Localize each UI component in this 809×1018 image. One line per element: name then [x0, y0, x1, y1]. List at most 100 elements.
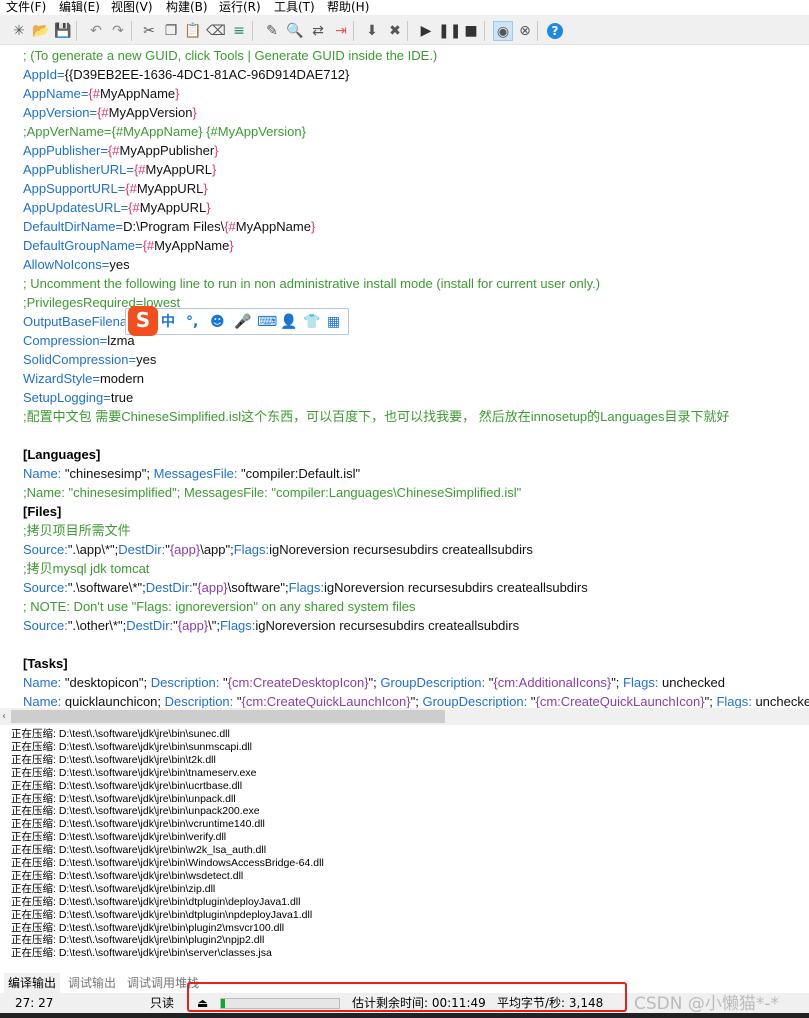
code-token: {# — [107, 143, 120, 158]
output-path: D:\test\.\software\jdk\jre\bin\sunec.dll — [58, 728, 230, 740]
output-line: 正在压缩: D:\test\.\software\jdk\jre\bin\plu… — [11, 922, 284, 935]
save-icon[interactable]: 💾 — [53, 21, 73, 41]
cut-icon[interactable]: ✂ — [139, 21, 159, 41]
format-icon[interactable]: ≡ — [229, 21, 249, 41]
code-token: AllowNoIcons — [23, 257, 102, 272]
code-token: MyAppName — [235, 219, 311, 234]
tab-debug-output[interactable]: 调试输出 — [64, 973, 120, 993]
menu-item-5[interactable]: 工具(T) — [274, 0, 315, 15]
punctuation-icon[interactable]: °, — [186, 312, 198, 332]
menu-item-4[interactable]: 运行(R) — [219, 0, 261, 15]
code-token: {app} — [177, 618, 209, 633]
code-line: AppPublisher={#MyAppPublisher} — [23, 141, 219, 160]
code-token: [Tasks] — [23, 656, 68, 671]
user-icon[interactable]: 👤 — [280, 312, 297, 332]
output-prefix: 正在压缩: — [11, 831, 59, 844]
stop-icon[interactable]: ■ — [461, 21, 481, 41]
code-token: = — [89, 105, 98, 120]
output-path: D:\test\.\software\jdk\jre\bin\WindowsAc… — [58, 857, 324, 869]
toolbox-icon[interactable]: ▦ — [327, 312, 340, 332]
output-path: D:\test\.\software\jdk\jre\bin\dtplugin\… — [58, 908, 313, 921]
output-line: 正在压缩: D:\test\.\software\jdk\jre\bin\w2k… — [11, 844, 266, 857]
code-line: [Languages] — [23, 445, 100, 464]
code-token: ;配置中文包 需要ChineseSimplified.isl这个东西，可以百度下… — [23, 409, 730, 424]
code-editor[interactable]: ; (To generate a new GUID, click Tools |… — [0, 46, 809, 708]
output-prefix: 正在压缩: — [11, 869, 59, 882]
replace-icon[interactable]: ⇄ — [308, 21, 328, 41]
sogou-logo[interactable]: S — [128, 306, 158, 336]
code-token: = — [92, 371, 100, 386]
run-icon[interactable]: ▶ — [416, 21, 436, 41]
code-token: = — [126, 162, 134, 177]
menu-item-1[interactable]: 编辑(E) — [59, 0, 100, 15]
code-token: igNoreversion recursesubdirs createallsu… — [324, 580, 588, 595]
code-token: AppPublisherURL — [23, 162, 127, 177]
redo-icon[interactable]: ↷ — [108, 21, 128, 41]
copy-icon[interactable]: ❐ — [161, 21, 181, 41]
code-token: DefaultGroupName — [23, 238, 135, 253]
code-token: ; (To generate a new GUID, click Tools |… — [23, 48, 438, 63]
code-token: {# — [125, 181, 137, 196]
code-token: unchecked — [755, 694, 809, 708]
code-line: DefaultDirName=D:\Program Files\{#MyAppN… — [23, 217, 315, 236]
code-line: SolidCompression=yes — [23, 350, 156, 369]
find-icon[interactable]: 🔍 — [285, 21, 305, 41]
microphone-icon[interactable]: 🎤 — [234, 312, 251, 332]
undo-icon[interactable]: ↶ — [86, 21, 106, 41]
paste-icon[interactable]: 📋 — [183, 21, 203, 41]
emoji-icon[interactable]: ☻ — [210, 312, 225, 332]
code-token: ; NOTE: Don't use "Flags: ignoreversion"… — [23, 599, 416, 614]
output-line: 正在压缩: D:\test\.\software\jdk\jre\bin\Win… — [11, 857, 324, 870]
code-token: MyAppURL — [145, 162, 212, 177]
output-prefix: 正在压缩: — [11, 895, 59, 908]
output-path: D:\test\.\software\jdk\jre\bin\ucrtbase.… — [58, 779, 243, 792]
eraser-icon[interactable]: ⌫ — [206, 21, 226, 41]
code-line: AppName={#MyAppName} — [23, 84, 179, 103]
code-token: = — [56, 67, 65, 82]
output-path: D:\test\.\software\jdk\jre\bin\w2k_lsa_a… — [58, 844, 267, 857]
chinese-mode-icon[interactable]: 中 — [161, 312, 175, 332]
new-file-icon[interactable]: ✳ — [9, 21, 29, 41]
code-token: = — [115, 219, 124, 234]
code-token: {cm:CreateDesktopIcon} — [227, 675, 369, 690]
disc-icon[interactable]: ◉ — [493, 21, 513, 41]
help-icon[interactable]: ? — [547, 23, 563, 39]
menu-item-0[interactable]: 文件(F) — [6, 0, 46, 15]
code-token: MyAppName — [99, 86, 176, 101]
disc-cancel-icon[interactable]: ⊗ — [515, 21, 535, 41]
pause-icon[interactable]: ❚❚ — [438, 21, 461, 41]
skin-icon[interactable]: 👕 — [303, 312, 320, 332]
code-line: Compression=lzma — [23, 331, 135, 350]
scroll-left-icon[interactable]: ‹ — [2, 708, 6, 725]
open-folder-icon[interactable]: 📂 — [31, 21, 51, 41]
output-line: 正在压缩: D:\test\.\software\jdk\jre\bin\ser… — [11, 947, 272, 960]
code-token: {cm:AdditionalIcons} — [493, 675, 612, 690]
code-token: } — [206, 200, 211, 215]
code-line: AppId={{D39EB2EE-1636-4DC1-81AC-96D914DA… — [23, 65, 349, 84]
compile-icon[interactable]: ⬇ — [362, 21, 382, 41]
output-path: D:\test\.\software\jdk\jre\bin\wsdetect.… — [58, 869, 244, 882]
scrollbar-thumb[interactable] — [11, 710, 445, 723]
tab-compile-output[interactable]: 编译输出 — [4, 973, 61, 993]
code-token: "desktopicon"; — [61, 675, 151, 690]
code-token: MyAppVersion — [108, 105, 193, 120]
menu-item-6[interactable]: 帮助(H) — [327, 0, 369, 15]
keyboard-icon[interactable]: ⌨ — [257, 312, 277, 332]
code-token: DestDir: — [145, 580, 193, 595]
code-token: {app} — [169, 542, 201, 557]
menu-item-2[interactable]: 视图(V) — [111, 0, 153, 15]
stop-compile-icon[interactable]: ✖ — [385, 21, 405, 41]
toolbar-separator — [76, 21, 77, 41]
code-token: Source: — [23, 618, 68, 633]
goto-icon[interactable]: ⇥ — [331, 21, 351, 41]
menu-item-3[interactable]: 构建(B) — [166, 0, 208, 15]
edit-icon[interactable]: ✎ — [262, 21, 282, 41]
output-prefix: 正在压缩: — [11, 882, 59, 895]
horizontal-scrollbar[interactable]: ‹ — [0, 708, 809, 725]
code-token: {# — [88, 86, 100, 101]
output-prefix: 正在压缩: — [11, 921, 59, 934]
output-line: 正在压缩: D:\test\.\software\jdk\jre\bin\plu… — [11, 934, 264, 947]
code-line: Name: "chinesesimp"; MessagesFile: "comp… — [23, 464, 360, 483]
code-token: yes — [136, 352, 157, 367]
output-line: 正在压缩: D:\test\.\software\jdk\jre\bin\vcr… — [11, 818, 265, 831]
